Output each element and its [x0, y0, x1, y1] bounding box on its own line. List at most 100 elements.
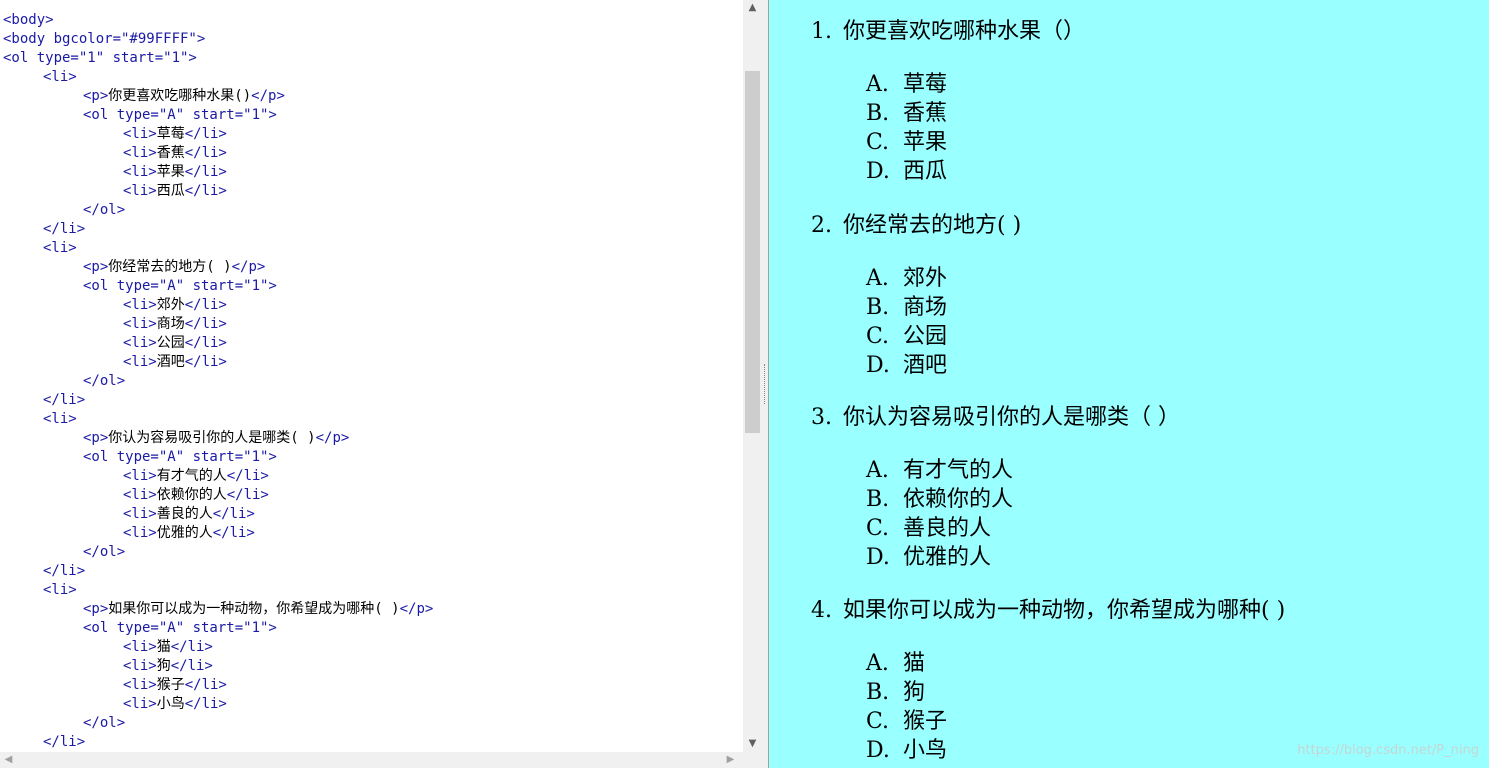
code-tag: </p> [231, 259, 266, 275]
option-letter: D. [866, 353, 890, 378]
code-text: 你经常去的地方( ) [108, 259, 232, 275]
scroll-up-icon[interactable]: ▲ [743, 0, 762, 16]
option-label: 西瓜 [903, 159, 948, 184]
code-tag: </ol> [83, 715, 126, 731]
code-tag: </li> [226, 487, 269, 503]
question-text: 2. 你经常去的地方( ) [811, 212, 1021, 240]
question-text: 4. 如果你可以成为一种动物，你希望成为哪种( ) [811, 597, 1285, 625]
scroll-left-icon[interactable]: ◀ [0, 752, 17, 768]
code-tag: <p> [83, 88, 109, 104]
option-label: 草莓 [903, 72, 948, 97]
code-tag: <li> [123, 658, 157, 674]
option-label: 优雅的人 [903, 545, 992, 570]
code-line: </ol> [3, 714, 433, 733]
code-tag: </li> [170, 639, 213, 655]
scroll-down-icon[interactable]: ▼ [743, 736, 762, 752]
option-label: 猴子 [903, 709, 948, 734]
code-tag: <li> [123, 126, 157, 142]
option-label: 郊外 [903, 266, 948, 291]
code-tag: </li> [226, 468, 269, 484]
code-tag: <li> [123, 696, 157, 712]
code-text: 你认为容易吸引你的人是哪类( ) [108, 430, 316, 446]
option-label: 依赖你的人 [903, 487, 1014, 512]
option-item: D. 小鸟 [866, 737, 947, 765]
code-tag: <li> [123, 164, 157, 180]
code-tag: </li> [184, 164, 227, 180]
option-item: D. 酒吧 [866, 352, 947, 380]
code-text: 西瓜 [156, 183, 185, 199]
code-tag: </ol> [83, 202, 126, 218]
code-tag: <li> [123, 335, 157, 351]
code-line: <li> [3, 581, 433, 600]
code-tag: </li> [43, 221, 86, 237]
option-item: D. 优雅的人 [866, 544, 991, 572]
code-tag: <li> [123, 183, 157, 199]
option-label: 酒吧 [903, 353, 948, 378]
option-label: 苹果 [903, 130, 948, 155]
option-letter: A. [866, 72, 889, 97]
code-tag: <li> [123, 506, 157, 522]
code-line: </ol> [3, 201, 433, 220]
code-line: <ol type="A" start="1"> [3, 448, 433, 467]
code-tag: <li> [123, 354, 157, 370]
code-tag: </li> [43, 734, 86, 750]
code-text: 善良的人 [156, 506, 213, 522]
code-tag: </p> [251, 88, 285, 104]
option-item: B. 香蕉 [866, 100, 947, 128]
option-item: C. 公园 [866, 323, 947, 351]
code-text: 商场 [156, 316, 185, 332]
code-line: <li>狗</li> [3, 657, 433, 676]
scrollbar-thumb[interactable] [745, 71, 760, 433]
code-line: <body> [3, 11, 433, 30]
code-text: 猫 [156, 639, 171, 655]
code-tag: <ol type="A" start="1"> [83, 278, 277, 294]
code-tag: <li> [123, 145, 157, 161]
horizontal-scrollbar[interactable]: ◀ ▶ [0, 752, 762, 768]
option-label: 善良的人 [903, 516, 992, 541]
code-line: <li> [3, 239, 433, 258]
code-line: <ol type="A" start="1"> [3, 277, 433, 296]
code-line: <li>酒吧</li> [3, 353, 433, 372]
option-letter: C. [866, 130, 890, 155]
question-text: 1. 你更喜欢吃哪种水果（） [811, 18, 1085, 46]
code-tag: <p> [83, 259, 109, 275]
option-letter: B. [866, 101, 890, 126]
option-item: C. 善良的人 [866, 515, 991, 543]
option-letter: B. [866, 680, 890, 705]
option-item: D. 西瓜 [866, 158, 947, 186]
option-letter: D. [866, 159, 890, 184]
code-tag: </li> [184, 354, 227, 370]
code-tag: <li> [123, 468, 157, 484]
option-letter: A. [866, 458, 889, 483]
code-line: <li> [3, 68, 433, 87]
code-lines: <body> <body bgcolor="#99FFFF"> <ol type="… [3, 11, 433, 752]
code-line: <li>草莓</li> [3, 125, 433, 144]
vertical-scrollbar[interactable]: ▲ ▼ [743, 0, 762, 752]
pane-splitter[interactable] [762, 0, 769, 768]
question-number: 4. [811, 598, 832, 623]
option-item: B. 商场 [866, 294, 947, 322]
code-tag: <ol type="A" start="1"> [83, 449, 277, 465]
question-text: 3. 你认为容易吸引你的人是哪类（ ） [811, 404, 1180, 432]
option-item: B. 依赖你的人 [866, 486, 1013, 514]
code-line: <li>猫</li> [3, 638, 433, 657]
code-line: <li>公园</li> [3, 334, 433, 353]
code-line: <li>优雅的人</li> [3, 524, 433, 543]
code-text: 酒吧 [156, 354, 185, 370]
code-tag: </li> [170, 658, 213, 674]
preview-pane: 1. 你更喜欢吃哪种水果（） A. 草莓 B. 香蕉 C. 苹果 D. 西瓜 2. 你经常去的地方( … [769, 0, 1489, 768]
scroll-right-icon[interactable]: ▶ [722, 752, 739, 768]
code-line: <ol type="A" start="1"> [3, 106, 433, 125]
code-line: <p>你经常去的地方( )</p> [3, 258, 433, 277]
option-letter: B. [866, 487, 890, 512]
code-tag: <ol type="A" start="1"> [83, 620, 277, 636]
code-tag: <li> [123, 487, 157, 503]
code-tag: </li> [184, 335, 227, 351]
code-editor[interactable]: <body> <body bgcolor="#99FFFF"> <ol type="… [0, 0, 743, 752]
option-item: A. 郊外 [866, 265, 947, 293]
code-line: <ol type="1" start="1"> [3, 49, 433, 68]
code-tag: <li> [43, 240, 77, 256]
option-letter: B. [866, 295, 890, 320]
splitter-grip[interactable] [764, 364, 767, 404]
code-text: 香蕉 [156, 145, 185, 161]
